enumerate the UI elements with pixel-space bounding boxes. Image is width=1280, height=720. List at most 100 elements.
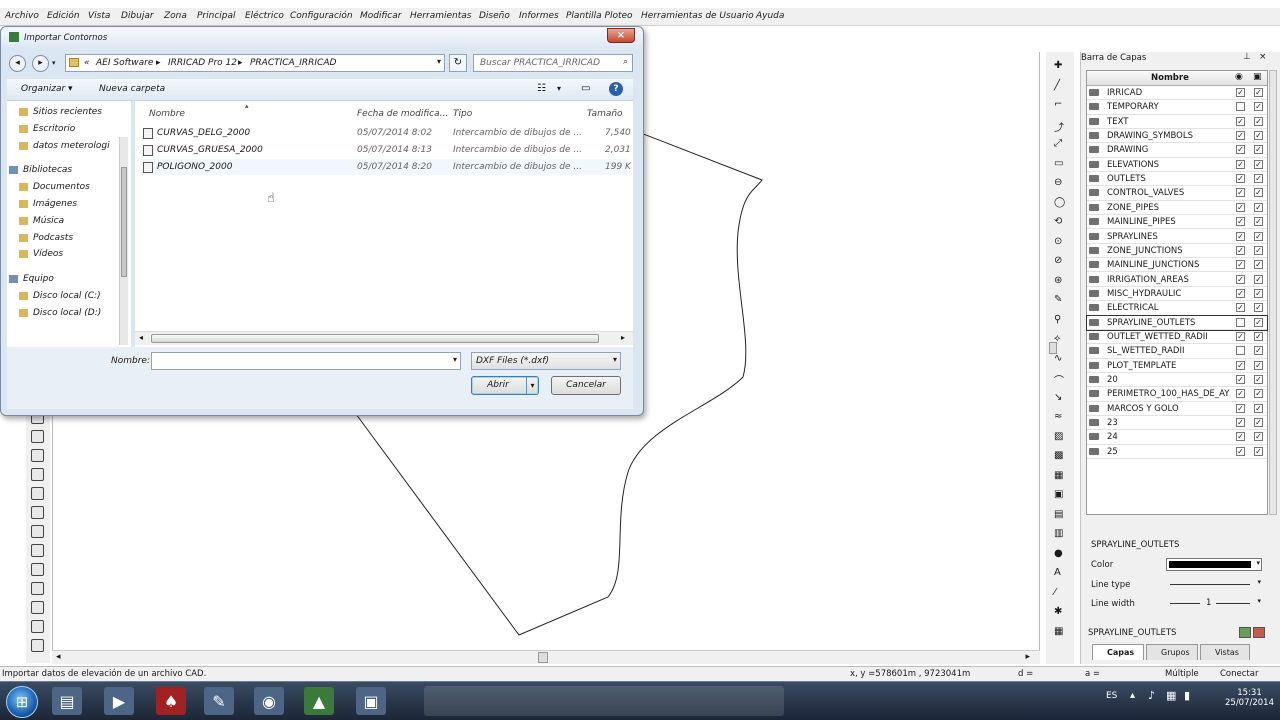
layer-lock-checkbox[interactable]: ✓ [1254, 245, 1263, 255]
layer-visible-checkbox[interactable]: ✓ [1236, 188, 1245, 198]
filename-input[interactable]: ▾ [151, 352, 461, 370]
acrobat-taskbar-icon[interactable]: ♠ [156, 687, 186, 715]
scroll-left-arrow[interactable]: ◂ [56, 652, 61, 662]
layer-visible-checkbox[interactable]: ✓ [1236, 389, 1245, 399]
layer-lock-checkbox[interactable]: ✓ [1254, 375, 1263, 384]
chevron-down-icon[interactable]: ▾ [437, 57, 441, 66]
draw-tool-icon[interactable]: ⌐ [1054, 99, 1066, 111]
layer-visible-checkbox[interactable]: ✓ [1236, 174, 1245, 184]
tool-icon[interactable] [31, 639, 44, 652]
layer-visible-checkbox[interactable]: ✓ [1236, 231, 1245, 241]
layer-lock-checkbox[interactable]: ✓ [1254, 432, 1263, 442]
layer-lock-checkbox[interactable]: ✓ [1254, 188, 1263, 198]
draw-tool-icon[interactable]: ▥ [1054, 528, 1066, 540]
menu-item-1[interactable]: Edición [47, 11, 80, 21]
layer-lock-checkbox[interactable]: ✓ [1254, 389, 1263, 399]
draw-tool-icon[interactable]: ⟡ [1054, 333, 1066, 345]
volume-icon[interactable]: ♪ [1148, 689, 1155, 702]
scroll-left-arrow[interactable]: ◂ [139, 333, 143, 342]
layer-visible-checkbox[interactable] [1236, 346, 1245, 356]
layer-visible-checkbox[interactable]: ✓ [1236, 303, 1245, 313]
layer-row[interactable]: IRRICAD ✓ ✓ [1087, 86, 1267, 101]
menu-item-13[interactable]: Herramientas de Usuario [641, 11, 754, 21]
layer-lock-checkbox[interactable]: ✓ [1254, 131, 1263, 141]
nav-item-favorite[interactable]: Escritorio [19, 124, 75, 134]
layer-lock-checkbox[interactable]: ✓ [1254, 288, 1263, 298]
breadcrumb-practica[interactable]: PRACTICA_IRRICAD [250, 58, 336, 68]
open-button[interactable]: Abrir ▾ [471, 376, 539, 395]
dialog-title-bar[interactable]: Importar Contornos × [1, 27, 643, 49]
scroll-right-arrow[interactable]: ▸ [621, 333, 625, 342]
status-mode[interactable]: Múltiple [1165, 669, 1199, 679]
draw-tool-icon[interactable]: ≈ [1054, 411, 1066, 423]
layer-row[interactable]: ELEVATIONS ✓ ✓ [1087, 158, 1267, 173]
nav-item-library[interactable]: Podcasts [19, 233, 73, 243]
current-layer[interactable]: SPRAYLINE_OUTLETS [1086, 626, 1236, 640]
pin-icon[interactable]: ⊥ [1243, 52, 1251, 62]
draw-tool-icon[interactable]: ▭ [1054, 158, 1066, 170]
file-list-hscroll-thumb[interactable] [151, 334, 599, 343]
layer-row[interactable]: ZONE_PIPES ✓ ✓ [1087, 201, 1267, 216]
layer-visible-checkbox[interactable]: ✓ [1236, 145, 1245, 155]
tool-icon[interactable] [31, 449, 44, 462]
organize-button[interactable]: Organizar ▾ [21, 84, 73, 94]
layer-lock-checkbox[interactable]: ✓ [1254, 331, 1263, 341]
layer-lock-checkbox[interactable]: ✓ [1254, 403, 1263, 413]
draw-tool-icon[interactable]: ● [1054, 548, 1066, 560]
cancel-button[interactable]: Cancelar [551, 376, 621, 395]
column-header-name[interactable]: Nombre [149, 109, 185, 119]
tab-grupos[interactable]: Grupos [1146, 644, 1198, 660]
power-icon[interactable]: ▮ [1184, 689, 1190, 702]
tab-vistas[interactable]: Vistas [1200, 644, 1250, 660]
search-input[interactable]: Buscar PRACTICA_IRRICAD ⌕ [473, 54, 633, 72]
layer-row[interactable]: PERIMETRO_100_HAS_DE_AY ✓ ✓ [1087, 387, 1267, 402]
nav-item-favorite[interactable]: datos meterologi [19, 141, 110, 151]
linetype-select[interactable]: ▾ [1166, 578, 1262, 591]
draw-tool-icon[interactable]: ◯ [1054, 197, 1066, 209]
layer-row[interactable]: MAINLINE_PIPES ✓ ✓ [1087, 215, 1267, 230]
irricad-taskbar-icon[interactable]: ▲ [304, 687, 334, 715]
draw-tool-icon[interactable]: ▦ [1054, 626, 1066, 638]
layer-lock-checkbox[interactable]: ✓ [1254, 260, 1263, 270]
column-header-date[interactable]: Fecha de modifica... [357, 109, 448, 119]
layer-visible-checkbox[interactable]: ✓ [1236, 403, 1245, 413]
layer-lock-checkbox[interactable]: ✓ [1254, 102, 1263, 112]
color-picker[interactable]: ▾ [1166, 558, 1262, 571]
file-row[interactable]: CURVAS_DELG_2000 05/07/2014 8:02 Intercamb… [143, 125, 633, 141]
file-list-hscroll[interactable]: ◂ ▸ [135, 331, 633, 345]
tab-capas[interactable]: Capas [1092, 644, 1144, 660]
preview-pane-icon[interactable]: ▭ [581, 83, 590, 94]
layer-visible-checkbox[interactable]: ✓ [1236, 360, 1245, 370]
layer-visible-checkbox[interactable]: ✓ [1236, 260, 1245, 270]
file-row[interactable]: POLIGONO_2000 05/07/2014 8:20 Intercambio … [143, 159, 631, 175]
layer-row[interactable]: MISC_HYDRAULIC ✓ ✓ [1087, 287, 1267, 302]
layer-row[interactable]: IRRIGATION_AREAS ✓ ✓ [1087, 273, 1267, 287]
breadcrumb-root[interactable]: « [84, 58, 90, 68]
layer-lock-checkbox[interactable]: ✓ [1254, 145, 1263, 155]
layer-visible-checkbox[interactable]: ✓ [1236, 217, 1245, 227]
layer-visible-checkbox[interactable]: ✓ [1236, 88, 1245, 97]
nav-scrollbar[interactable] [119, 137, 128, 345]
tray-arrow-icon[interactable]: ▴ [1130, 690, 1135, 701]
layer-lock-checkbox[interactable]: ✓ [1254, 116, 1263, 126]
layer-row[interactable]: OUTLET_WETTED_RADII ✓ ✓ [1087, 330, 1267, 345]
layer-visible-checkbox[interactable]: ✓ [1236, 116, 1245, 126]
draw-tool-icon[interactable]: ⤴ [1054, 119, 1066, 134]
refresh-button[interactable]: ↻ [449, 54, 467, 72]
nav-item-library[interactable]: Documentos [19, 182, 90, 192]
layer-visible-checkbox[interactable]: ✓ [1236, 331, 1245, 341]
tool-icon[interactable] [31, 582, 44, 595]
draw-tool-icon[interactable]: ⁄ [1054, 587, 1066, 599]
menu-item-3[interactable]: Dibujar [121, 11, 154, 21]
delete-layer-icon[interactable] [1253, 627, 1265, 638]
explorer-taskbar-icon[interactable]: ▤ [52, 687, 82, 715]
column-header-type[interactable]: Tipo [453, 109, 472, 119]
close-button[interactable]: × [607, 28, 635, 43]
layer-row[interactable]: ZONE_JUNCTIONS ✓ ✓ [1087, 244, 1267, 259]
layer-visible-checkbox[interactable]: ✓ [1236, 375, 1245, 384]
draw-tool-icon[interactable]: ▦ [1054, 470, 1066, 482]
draw-tool-icon[interactable]: ✱ [1054, 606, 1066, 618]
nav-item-library[interactable]: Música [19, 216, 64, 226]
new-folder-button[interactable]: Nueva carpeta [99, 84, 165, 94]
menu-item-7[interactable]: Configuración [290, 11, 353, 21]
